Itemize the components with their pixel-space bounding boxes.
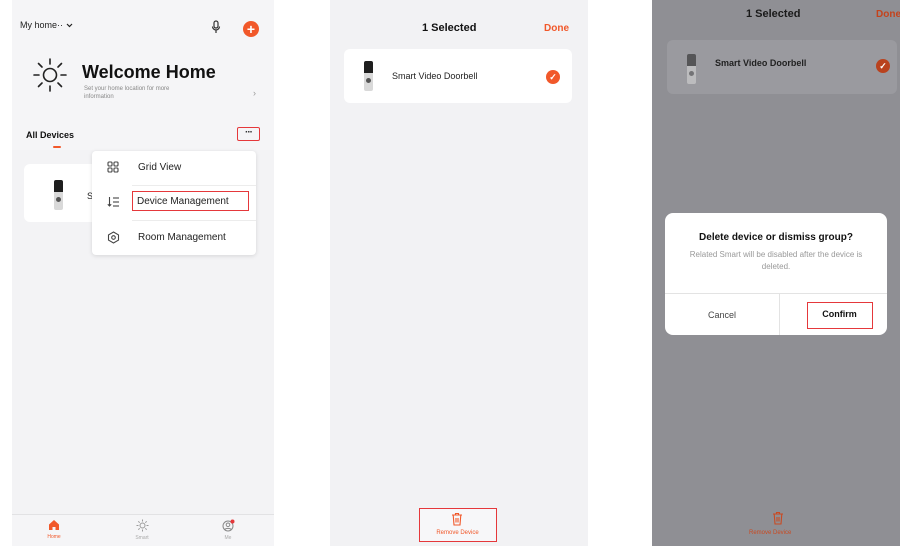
profile-icon <box>208 519 248 535</box>
smart-sun-icon <box>122 519 162 535</box>
list-sort-icon <box>106 196 120 211</box>
device-selection-screen: 1 Selected Done Smart Video Doorbell ✓ R… <box>330 0 588 546</box>
bottom-tab-bar: Home Smart Me <box>12 514 274 546</box>
checkmark-icon[interactable]: ✓ <box>546 70 560 84</box>
weather-sun-icon <box>33 58 67 92</box>
remove-device-label: Remove Device <box>436 530 479 536</box>
dialog-message: Related Smart will be disabled after the… <box>689 250 863 271</box>
chevron-right-icon[interactable]: › <box>253 88 256 98</box>
checkmark-icon: ✓ <box>876 59 890 73</box>
device-row: Smart Video Doorbell ✓ <box>667 40 897 94</box>
selection-title: 1 Selected <box>422 22 477 34</box>
more-options-button[interactable]: ··· <box>237 127 260 141</box>
tab-home[interactable]: Home <box>34 519 74 541</box>
menu-item-room-management[interactable]: Room Management <box>92 221 256 255</box>
tab-label: Smart <box>135 535 149 541</box>
device-name: Smart Video Doorbell <box>715 58 807 68</box>
trash-icon <box>451 512 463 526</box>
confirm-label: Confirm <box>822 309 857 319</box>
doorbell-icon <box>687 54 696 84</box>
dialog-title: Delete device or dismiss group? <box>699 232 853 243</box>
home-icon <box>34 519 74 534</box>
menu-item-label: Device Management <box>137 196 229 207</box>
doorbell-icon <box>364 61 373 91</box>
dialog-divider <box>779 294 780 335</box>
room-gear-icon <box>106 231 120 247</box>
delete-confirm-screen: 1 Selected Done Smart Video Doorbell ✓ D… <box>652 0 900 546</box>
welcome-subtitle[interactable]: Set your home location for more informat… <box>84 85 196 101</box>
home-selector[interactable]: My home·· <box>20 20 73 30</box>
selection-title: 1 Selected <box>746 8 801 20</box>
chevron-down-icon <box>66 23 73 27</box>
doorbell-icon <box>54 180 63 210</box>
tab-underline <box>53 146 61 148</box>
delete-dialog: Delete device or dismiss group? Related … <box>665 213 887 335</box>
remove-device-label: Remove Device <box>749 530 792 536</box>
dialog-divider <box>665 293 887 294</box>
microphone-icon[interactable] <box>211 20 221 34</box>
welcome-title: Welcome Home <box>82 62 216 82</box>
tab-me[interactable]: Me <box>208 519 248 542</box>
device-name: Smart Video Doorbell <box>392 71 478 81</box>
all-devices-tab[interactable]: All Devices <box>26 130 74 140</box>
done-button[interactable]: Done <box>876 9 900 20</box>
menu-item-grid-view[interactable]: Grid View <box>92 151 256 185</box>
tab-smart[interactable]: Smart <box>122 519 162 542</box>
grid-icon <box>106 161 120 176</box>
trash-icon <box>772 511 784 528</box>
tab-label: Home <box>47 534 61 540</box>
menu-item-label: Room Management <box>138 232 226 243</box>
add-device-button[interactable]: + <box>243 21 259 37</box>
home-selector-label: My home·· <box>20 20 64 30</box>
done-button[interactable]: Done <box>544 23 569 34</box>
remove-device-button[interactable]: Remove Device <box>419 508 497 542</box>
cancel-button[interactable]: Cancel <box>665 310 779 320</box>
menu-item-label: Grid View <box>138 162 182 173</box>
device-management-highlight[interactable]: Device Management <box>132 191 249 211</box>
home-screen: My home·· + Welcome Home Set your home l… <box>12 0 274 546</box>
device-row[interactable]: Smart Video Doorbell ✓ <box>344 49 572 103</box>
tab-label: Me <box>224 535 232 541</box>
confirm-button[interactable]: Confirm <box>807 302 873 329</box>
